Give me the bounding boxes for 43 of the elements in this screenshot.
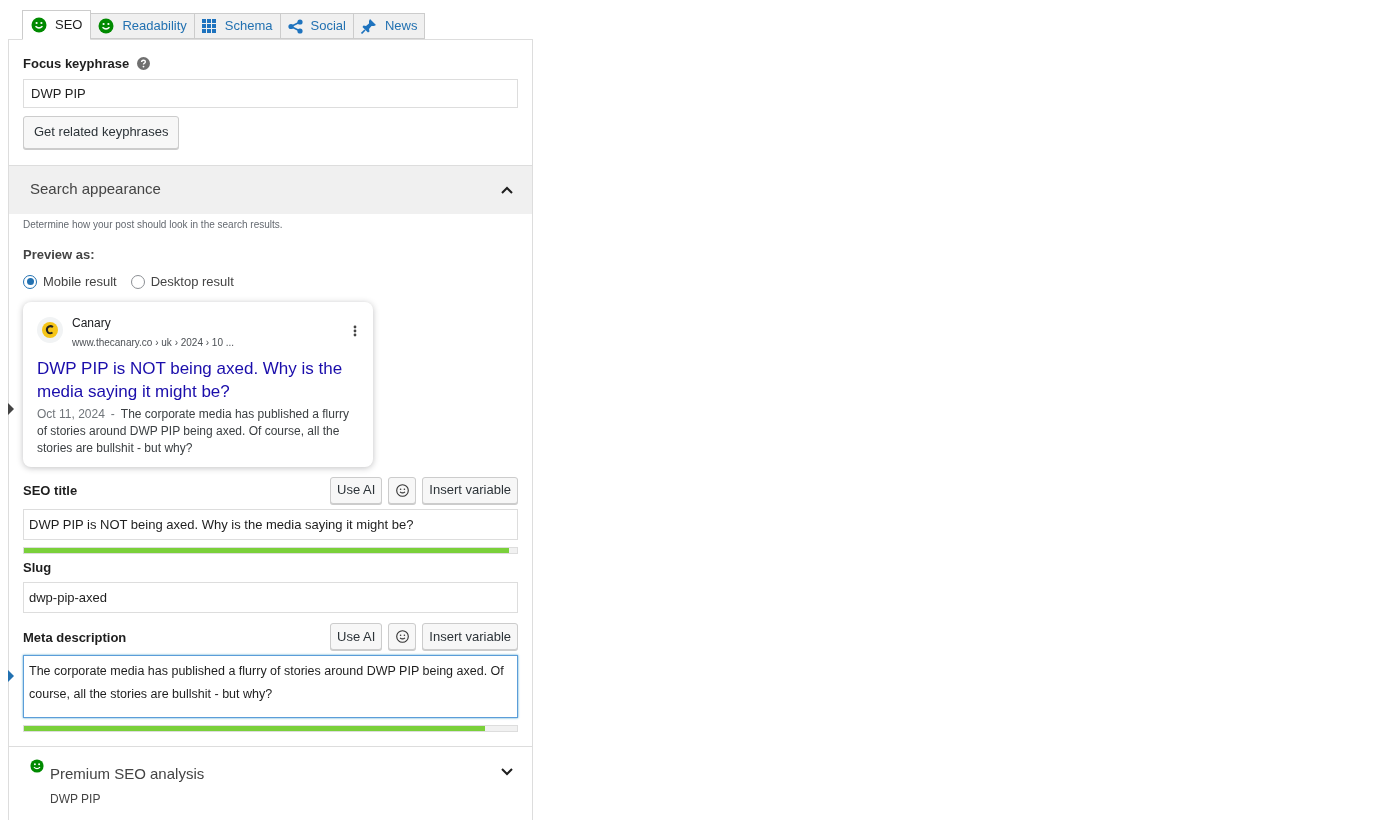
smiley-icon [31,17,47,33]
smiley-icon [395,630,409,643]
insert-variable-button[interactable]: Insert variable [422,476,518,504]
tab[interactable]: News [353,13,426,39]
radio-label: Desktop result [150,273,234,291]
share-icon [287,18,303,34]
field-label: SEO title [23,482,78,501]
insert-variable-button[interactable]: Insert variable [422,623,518,650]
site-url: www.thecanary.co › uk › 2024 › 10 ... [72,335,236,350]
site-name: Canary [72,314,112,332]
text-area[interactable]: The corporate media has published a flurry of stories around DWP PIP being axed. Of course, all the stories are bullshit - but why? [23,655,518,718]
smiley-icon [30,759,44,773]
use-ai-button[interactable]: Use AI [330,476,383,504]
pushpin-icon [360,18,377,34]
tab[interactable]: Social [280,13,354,39]
input-field[interactable]: DWP PIP [23,78,518,108]
radio-label: Mobile result [43,273,117,291]
field-label: Slug [23,558,52,577]
help-icon[interactable] [137,57,151,71]
field-label: Meta description [23,628,127,647]
field-label: Focus keyphrase [23,55,130,73]
grid-icon [201,18,217,34]
section-header[interactable]: Premium SEO analysis DWP PIP [9,747,532,808]
marker-icon [8,670,14,682]
description-text: Determine how your post should look in the search results. [23,217,284,232]
more-options-icon[interactable] [353,324,357,337]
input-field[interactable]: dwp-pip-axed [23,582,518,613]
result-title-link[interactable]: DWP PIP is NOT being axed. Why is the media saying it might be? [37,356,359,403]
input-field[interactable]: DWP PIP is NOT being axed. Why is the media saying it might be? [23,508,518,540]
emoji-button[interactable] [388,623,417,650]
use-ai-button[interactable]: Use AI [330,623,383,650]
section-header[interactable]: Search appearance [9,165,532,214]
field-label: Preview as: [23,245,96,264]
tab[interactable]: SEO [22,10,92,40]
smiley-icon [98,18,115,34]
tab[interactable]: Schema [194,13,281,39]
marker-icon [8,402,14,415]
result-description: Oct 11, 2024 - The corporate media has published a flurry of stories around DWP PIP being axed. Of course, all the stories are bullshit - but why? [37,405,350,457]
smiley-icon [395,483,409,497]
tab[interactable]: Readability [91,13,195,39]
emoji-button[interactable] [388,476,417,504]
related-keyphrases-button[interactable]: Get related keyphrases [23,115,180,149]
site-logo-icon [37,316,63,343]
